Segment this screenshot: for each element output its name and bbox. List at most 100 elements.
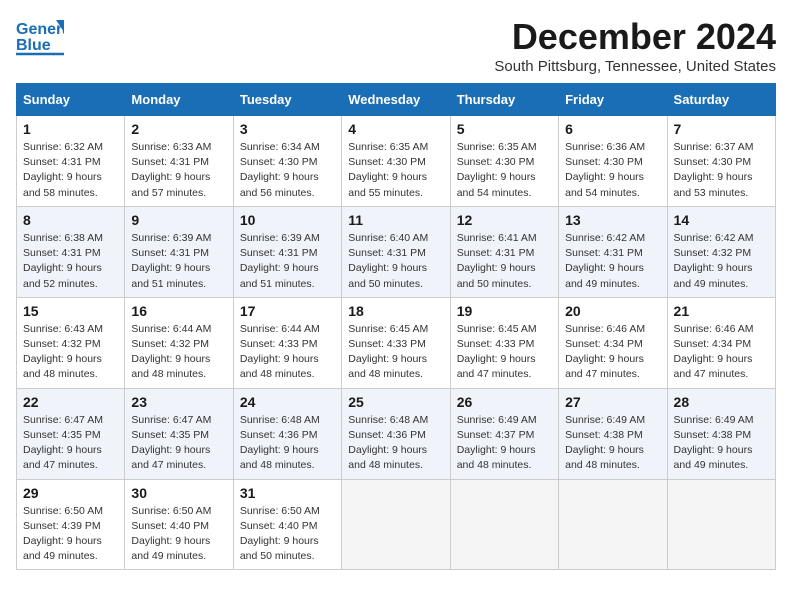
day-number: 4 <box>348 121 443 137</box>
calendar-cell: 22 Sunrise: 6:47 AMSunset: 4:35 PMDayligh… <box>17 388 125 479</box>
weekday-header-wednesday: Wednesday <box>342 84 450 116</box>
calendar-cell: 1 Sunrise: 6:32 AMSunset: 4:31 PMDaylight… <box>17 116 125 207</box>
day-number: 11 <box>348 212 443 228</box>
calendar-week-5: 29 Sunrise: 6:50 AMSunset: 4:39 PMDayligh… <box>17 479 776 570</box>
day-info: Sunrise: 6:49 AMSunset: 4:38 PMDaylight:… <box>674 413 769 474</box>
day-info: Sunrise: 6:45 AMSunset: 4:33 PMDaylight:… <box>457 322 552 383</box>
day-number: 16 <box>131 303 226 319</box>
weekday-header-tuesday: Tuesday <box>233 84 341 116</box>
day-info: Sunrise: 6:49 AMSunset: 4:38 PMDaylight:… <box>565 413 660 474</box>
day-info: Sunrise: 6:33 AMSunset: 4:31 PMDaylight:… <box>131 140 226 201</box>
day-info: Sunrise: 6:49 AMSunset: 4:37 PMDaylight:… <box>457 413 552 474</box>
weekday-header-friday: Friday <box>559 84 667 116</box>
day-number: 14 <box>674 212 769 228</box>
logo-icon: General Blue <box>16 16 64 56</box>
logo: General Blue <box>16 16 68 56</box>
calendar-cell: 27 Sunrise: 6:49 AMSunset: 4:38 PMDayligh… <box>559 388 667 479</box>
day-info: Sunrise: 6:36 AMSunset: 4:30 PMDaylight:… <box>565 140 660 201</box>
day-info: Sunrise: 6:43 AMSunset: 4:32 PMDaylight:… <box>23 322 118 383</box>
calendar-cell <box>667 479 775 570</box>
day-info: Sunrise: 6:34 AMSunset: 4:30 PMDaylight:… <box>240 140 335 201</box>
day-number: 28 <box>674 394 769 410</box>
calendar-cell: 12 Sunrise: 6:41 AMSunset: 4:31 PMDayligh… <box>450 206 558 297</box>
calendar-cell: 16Sunrise: 6:44 AMSunset: 4:32 PMDayligh… <box>125 297 233 388</box>
day-info: Sunrise: 6:37 AMSunset: 4:30 PMDaylight:… <box>674 140 769 201</box>
day-number: 19 <box>457 303 552 319</box>
calendar-cell: 29 Sunrise: 6:50 AMSunset: 4:39 PMDayligh… <box>17 479 125 570</box>
day-number: 27 <box>565 394 660 410</box>
day-number: 9 <box>131 212 226 228</box>
day-info: Sunrise: 6:41 AMSunset: 4:31 PMDaylight:… <box>457 231 552 292</box>
calendar-cell: 18 Sunrise: 6:45 AMSunset: 4:33 PMDayligh… <box>342 297 450 388</box>
calendar-cell: 11 Sunrise: 6:40 AMSunset: 4:31 PMDayligh… <box>342 206 450 297</box>
calendar-cell: 28 Sunrise: 6:49 AMSunset: 4:38 PMDayligh… <box>667 388 775 479</box>
calendar-cell: 2 Sunrise: 6:33 AMSunset: 4:31 PMDaylight… <box>125 116 233 207</box>
calendar-cell: 25Sunrise: 6:48 AMSunset: 4:36 PMDayligh… <box>342 388 450 479</box>
calendar-cell <box>342 479 450 570</box>
calendar-cell: 30Sunrise: 6:50 AMSunset: 4:40 PMDayligh… <box>125 479 233 570</box>
day-number: 23 <box>131 394 226 410</box>
calendar-cell: 15Sunrise: 6:43 AMSunset: 4:32 PMDayligh… <box>17 297 125 388</box>
day-number: 2 <box>131 121 226 137</box>
day-number: 13 <box>565 212 660 228</box>
day-info: Sunrise: 6:35 AMSunset: 4:30 PMDaylight:… <box>457 140 552 201</box>
day-number: 20 <box>565 303 660 319</box>
day-info: Sunrise: 6:42 AMSunset: 4:32 PMDaylight:… <box>674 231 769 292</box>
weekday-header-sunday: Sunday <box>17 84 125 116</box>
page-header: General Blue December 2024 South Pittsbu… <box>16 16 776 75</box>
calendar-cell: 17 Sunrise: 6:44 AMSunset: 4:33 PMDayligh… <box>233 297 341 388</box>
day-number: 1 <box>23 121 118 137</box>
calendar-cell: 6Sunrise: 6:36 AMSunset: 4:30 PMDaylight… <box>559 116 667 207</box>
svg-text:General: General <box>16 21 64 38</box>
weekday-header-row: SundayMondayTuesdayWednesdayThursdayFrid… <box>17 84 776 116</box>
day-info: Sunrise: 6:50 AMSunset: 4:39 PMDaylight:… <box>23 504 118 565</box>
calendar-cell: 23 Sunrise: 6:47 AMSunset: 4:35 PMDayligh… <box>125 388 233 479</box>
day-number: 21 <box>674 303 769 319</box>
calendar-cell <box>559 479 667 570</box>
month-title: December 2024 <box>494 16 776 58</box>
calendar-cell <box>450 479 558 570</box>
calendar-cell: 10 Sunrise: 6:39 AMSunset: 4:31 PMDayligh… <box>233 206 341 297</box>
weekday-header-monday: Monday <box>125 84 233 116</box>
day-number: 29 <box>23 485 118 501</box>
day-number: 22 <box>23 394 118 410</box>
calendar-cell: 21 Sunrise: 6:46 AMSunset: 4:34 PMDayligh… <box>667 297 775 388</box>
day-info: Sunrise: 6:47 AMSunset: 4:35 PMDaylight:… <box>23 413 118 474</box>
day-info: Sunrise: 6:46 AMSunset: 4:34 PMDaylight:… <box>565 322 660 383</box>
day-number: 7 <box>674 121 769 137</box>
day-info: Sunrise: 6:46 AMSunset: 4:34 PMDaylight:… <box>674 322 769 383</box>
location-title: South Pittsburg, Tennessee, United State… <box>494 58 776 75</box>
day-info: Sunrise: 6:44 AMSunset: 4:33 PMDaylight:… <box>240 322 335 383</box>
calendar-cell: 14 Sunrise: 6:42 AMSunset: 4:32 PMDayligh… <box>667 206 775 297</box>
calendar-week-2: 8 Sunrise: 6:38 AMSunset: 4:31 PMDaylight… <box>17 206 776 297</box>
day-info: Sunrise: 6:39 AMSunset: 4:31 PMDaylight:… <box>240 231 335 292</box>
calendar-week-4: 22 Sunrise: 6:47 AMSunset: 4:35 PMDayligh… <box>17 388 776 479</box>
calendar-cell: 7 Sunrise: 6:37 AMSunset: 4:30 PMDaylight… <box>667 116 775 207</box>
day-info: Sunrise: 6:32 AMSunset: 4:31 PMDaylight:… <box>23 140 118 201</box>
day-number: 24 <box>240 394 335 410</box>
calendar-cell: 9 Sunrise: 6:39 AMSunset: 4:31 PMDaylight… <box>125 206 233 297</box>
day-number: 12 <box>457 212 552 228</box>
day-number: 8 <box>23 212 118 228</box>
day-number: 17 <box>240 303 335 319</box>
day-info: Sunrise: 6:38 AMSunset: 4:31 PMDaylight:… <box>23 231 118 292</box>
day-number: 3 <box>240 121 335 137</box>
day-info: Sunrise: 6:48 AMSunset: 4:36 PMDaylight:… <box>240 413 335 474</box>
calendar-cell: 26Sunrise: 6:49 AMSunset: 4:37 PMDayligh… <box>450 388 558 479</box>
day-number: 10 <box>240 212 335 228</box>
day-info: Sunrise: 6:39 AMSunset: 4:31 PMDaylight:… <box>131 231 226 292</box>
title-area: December 2024 South Pittsburg, Tennessee… <box>494 16 776 75</box>
day-info: Sunrise: 6:45 AMSunset: 4:33 PMDaylight:… <box>348 322 443 383</box>
calendar-cell: 24 Sunrise: 6:48 AMSunset: 4:36 PMDayligh… <box>233 388 341 479</box>
day-number: 18 <box>348 303 443 319</box>
day-info: Sunrise: 6:47 AMSunset: 4:35 PMDaylight:… <box>131 413 226 474</box>
calendar-cell: 19 Sunrise: 6:45 AMSunset: 4:33 PMDayligh… <box>450 297 558 388</box>
day-info: Sunrise: 6:40 AMSunset: 4:31 PMDaylight:… <box>348 231 443 292</box>
day-number: 5 <box>457 121 552 137</box>
calendar-table: SundayMondayTuesdayWednesdayThursdayFrid… <box>16 83 776 570</box>
day-info: Sunrise: 6:35 AMSunset: 4:30 PMDaylight:… <box>348 140 443 201</box>
day-number: 31 <box>240 485 335 501</box>
calendar-cell: 13Sunrise: 6:42 AMSunset: 4:31 PMDayligh… <box>559 206 667 297</box>
day-info: Sunrise: 6:50 AMSunset: 4:40 PMDaylight:… <box>240 504 335 565</box>
calendar-cell: 3 Sunrise: 6:34 AMSunset: 4:30 PMDaylight… <box>233 116 341 207</box>
